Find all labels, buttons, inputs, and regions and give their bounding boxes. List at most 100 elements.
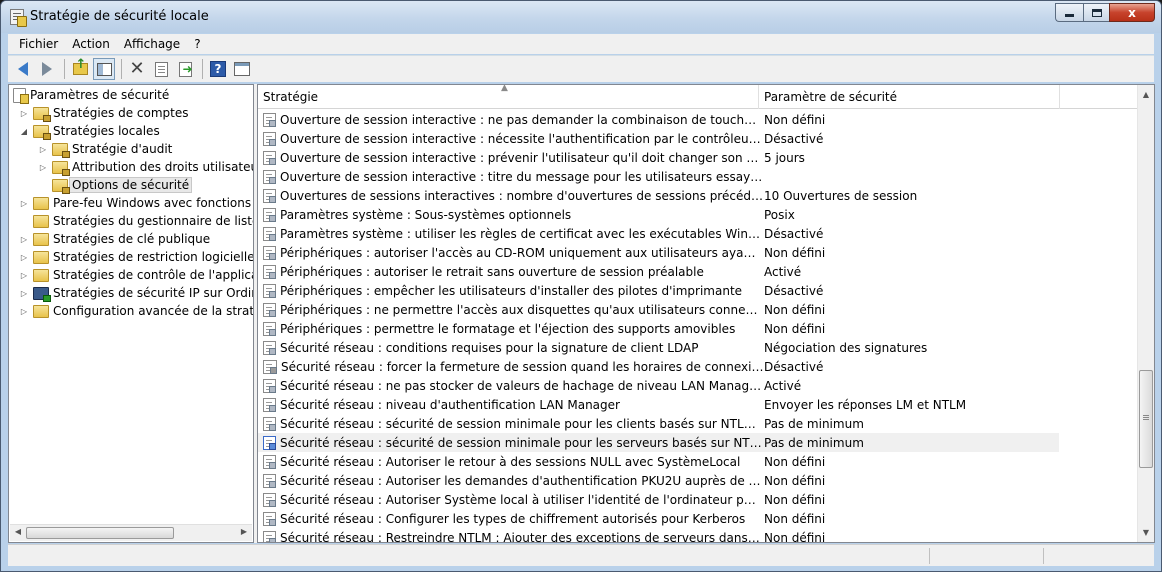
title-bar[interactable]: Stratégie de sécurité locale x <box>1 1 1161 33</box>
toolbar-separator <box>64 59 65 79</box>
policy-icon <box>263 188 276 203</box>
policy-icon <box>263 283 276 298</box>
policy-icon <box>263 169 276 184</box>
tree-item-label: Stratégies locales <box>53 124 160 138</box>
policy-icon <box>263 131 276 146</box>
tree-item-advanced-audit[interactable]: ▷ Configuration avancée de la stratégie <box>19 302 253 320</box>
table-row[interactable]: Sécurité réseau : Autoriser Système loca… <box>258 490 1138 509</box>
back-button[interactable] <box>12 58 34 80</box>
properties-button[interactable] <box>150 58 172 80</box>
tree-item-user-rights[interactable]: ▷ Attribution des droits utilisateur <box>38 158 253 176</box>
menu-action[interactable]: Action <box>66 37 116 51</box>
policy-name: Sécurité réseau : sécurité de session mi… <box>280 435 763 450</box>
table-row[interactable]: Sécurité réseau : niveau d'authentificat… <box>258 395 1138 414</box>
help-icon: ? <box>210 61 226 77</box>
policy-icon <box>263 112 276 127</box>
table-row[interactable]: Sécurité réseau : Restreindre NTLM : Ajo… <box>258 528 1138 543</box>
expand-icon[interactable]: ▷ <box>19 253 29 262</box>
expand-icon[interactable]: ▷ <box>38 163 48 172</box>
table-row[interactable]: Sécurité réseau : sécurité de session mi… <box>258 433 1059 452</box>
console-tree: Paramètres de sécurité ▷ Stratégies de c… <box>8 84 254 543</box>
table-row[interactable]: Périphériques : ne permettre l'accès aux… <box>258 300 1138 319</box>
tree-item-label: Stratégies de restriction logicielle <box>53 250 254 264</box>
expand-icon[interactable]: ▷ <box>19 307 29 316</box>
tree-item-public-key[interactable]: ▷ Stratégies de clé publique <box>19 230 210 248</box>
minimize-button[interactable] <box>1055 3 1083 22</box>
policy-name: Sécurité réseau : Autoriser les demandes… <box>280 473 763 488</box>
policy-name: Sécurité réseau : Restreindre NTLM : Ajo… <box>280 530 763 543</box>
table-row[interactable]: Paramètres système : Sous-systèmes optio… <box>258 205 1138 224</box>
table-row[interactable]: Ouvertures de sessions interactives : no… <box>258 186 1138 205</box>
table-row[interactable]: Périphériques : permettre le formatage e… <box>258 319 1138 338</box>
table-row[interactable]: Ouverture de session interactive : titre… <box>258 167 1138 186</box>
menu-affichage[interactable]: Affichage <box>118 37 186 51</box>
tree-item-firewall[interactable]: ▷ Pare-feu Windows avec fonctions ava <box>19 194 253 212</box>
table-row[interactable]: Sécurité réseau : forcer la fermeture de… <box>258 357 1138 376</box>
delete-button[interactable]: ✕ <box>126 58 148 80</box>
policy-name: Paramètres système : utiliser les règles… <box>280 226 763 241</box>
policy-value: 10 Ouvertures de session <box>764 188 918 203</box>
folder-icon <box>33 232 49 246</box>
scroll-right-icon[interactable]: ▶ <box>237 527 251 536</box>
tree-item-local-policies[interactable]: ◢ Stratégies locales <box>19 122 160 140</box>
collapse-icon[interactable]: ◢ <box>19 127 29 136</box>
table-row[interactable]: Sécurité réseau : Autoriser le retour à … <box>258 452 1138 471</box>
policy-icon <box>263 530 276 542</box>
scroll-thumb[interactable] <box>26 527 174 539</box>
scroll-down-icon[interactable]: ▼ <box>1138 524 1154 541</box>
table-row[interactable]: Ouverture de session interactive : préve… <box>258 148 1138 167</box>
tree-item-account-policies[interactable]: ▷ Stratégies de comptes <box>19 104 189 122</box>
scroll-left-icon[interactable]: ◀ <box>11 527 25 536</box>
tree-item-network-list[interactable]: Stratégies du gestionnaire de listes de <box>19 212 253 230</box>
tree-item-root[interactable]: Paramètres de sécurité <box>13 86 169 104</box>
policy-value: Désactivé <box>764 283 824 298</box>
folder-icon <box>52 178 70 194</box>
table-row[interactable]: Périphériques : autoriser le retrait san… <box>258 262 1138 281</box>
column-header-strategie[interactable]: ▲ Stratégie <box>258 85 759 109</box>
maximize-button[interactable] <box>1083 3 1109 22</box>
table-row[interactable]: Sécurité réseau : ne pas stocker de vale… <box>258 376 1138 395</box>
table-row[interactable]: Périphériques : empêcher les utilisateur… <box>258 281 1138 300</box>
expand-icon[interactable]: ▷ <box>19 271 29 280</box>
expand-icon[interactable]: ▷ <box>19 109 29 118</box>
forward-icon <box>42 62 52 76</box>
table-row[interactable]: Sécurité réseau : sécurité de session mi… <box>258 414 1138 433</box>
help-button[interactable]: ? <box>207 58 229 80</box>
tree-item-app-control[interactable]: ▷ Stratégies de contrôle de l'applicatio… <box>19 266 253 284</box>
show-tree-button[interactable] <box>93 58 115 80</box>
tree-item-security-options[interactable]: Options de sécurité <box>38 176 193 194</box>
export-list-button[interactable] <box>174 58 196 80</box>
scroll-up-icon[interactable]: ▲ <box>1138 86 1154 103</box>
table-row[interactable]: Sécurité réseau : Configurer les types d… <box>258 509 1138 528</box>
menu-help[interactable]: ? <box>188 37 206 51</box>
column-header-empty[interactable] <box>1060 85 1138 109</box>
policy-icon <box>263 321 276 336</box>
tree-item-audit-policy[interactable]: ▷ Stratégie d'audit <box>38 140 172 158</box>
tree-item-software-restriction[interactable]: ▷ Stratégies de restriction logicielle <box>19 248 254 266</box>
toolbar-separator <box>202 59 203 79</box>
table-row[interactable]: Ouverture de session interactive : ne pa… <box>258 110 1138 129</box>
console-tree-icon <box>234 62 250 76</box>
policy-name: Ouverture de session interactive : titre… <box>280 169 763 184</box>
up-level-button[interactable] <box>69 57 91 80</box>
table-row[interactable]: Sécurité réseau : conditions requises po… <box>258 338 1138 357</box>
forward-button[interactable] <box>36 58 58 80</box>
table-row[interactable]: Périphériques : autoriser l'accès au CD-… <box>258 243 1138 262</box>
column-header-parametre[interactable]: Paramètre de sécurité <box>759 85 1060 109</box>
expand-icon[interactable]: ▷ <box>19 289 29 298</box>
tree-item-ip-security[interactable]: ▷ Stratégies de sécurité IP sur Ordinate… <box>19 284 253 302</box>
scroll-thumb[interactable] <box>1139 370 1153 468</box>
expand-icon[interactable]: ▷ <box>19 235 29 244</box>
table-row[interactable]: Ouverture de session interactive : néces… <box>258 129 1138 148</box>
status-bar <box>8 544 1154 566</box>
menu-fichier[interactable]: Fichier <box>13 37 64 51</box>
expand-icon[interactable]: ▷ <box>19 199 29 208</box>
close-button[interactable]: x <box>1109 3 1155 22</box>
table-row[interactable]: Sécurité réseau : Autoriser les demandes… <box>258 471 1138 490</box>
policy-value: Non défini <box>764 321 826 336</box>
expand-icon[interactable]: ▷ <box>38 145 48 154</box>
list-vertical-scrollbar[interactable]: ▲ ▼ <box>1137 85 1154 542</box>
console-tree-button[interactable] <box>231 58 253 80</box>
tree-horizontal-scrollbar[interactable]: ◀ ▶ <box>10 524 252 541</box>
table-row[interactable]: Paramètres système : utiliser les règles… <box>258 224 1138 243</box>
